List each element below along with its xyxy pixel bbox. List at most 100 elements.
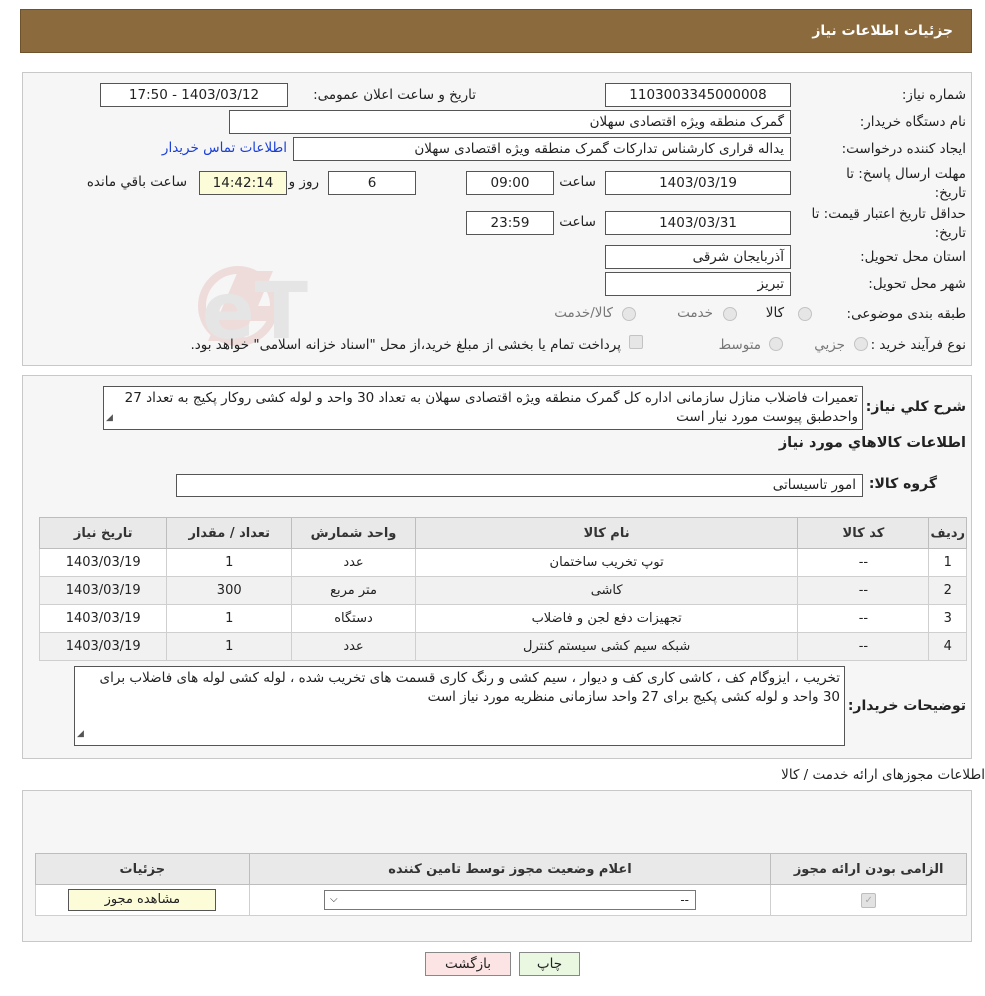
- category-radio-goods-service[interactable]: [622, 307, 636, 321]
- cell-code: --: [797, 604, 930, 633]
- cell-date: 1403/03/19: [38, 576, 168, 605]
- permit-status-cell: -- ⌵: [248, 884, 772, 916]
- col-unit: واحد شمارش: [291, 517, 416, 549]
- summary-text: تعمیرات فاضلاب منازل سازمانی اداره کل گم…: [124, 390, 858, 425]
- process-option-medium: متوسط: [718, 337, 761, 353]
- buyer-notes-text: تخریب ، ایزوگام کف ، کاشی کاری کف و دیوا…: [99, 670, 840, 705]
- col-date: تاریخ نیاز: [38, 517, 168, 549]
- category-radio-goods[interactable]: [798, 307, 812, 321]
- cell-unit: عدد: [291, 632, 416, 661]
- col-row: ردیف: [928, 517, 967, 549]
- need-number-field: 1103003345000008: [605, 83, 791, 107]
- category-radio-service[interactable]: [723, 307, 737, 321]
- time-remaining-field: 14:42:14: [199, 171, 287, 195]
- buyer-label: نام دستگاه خریدار:: [859, 114, 966, 130]
- category-option-service: خدمت: [677, 305, 713, 321]
- province-label: استان محل تحویل:: [860, 249, 966, 265]
- page-title: جزئیات اطلاعات نیاز: [812, 23, 953, 39]
- permit-required-cell: ✓: [770, 884, 967, 916]
- days-remaining-field: 6: [328, 171, 416, 195]
- process-radio-minor[interactable]: [854, 337, 868, 351]
- cell-date: 1403/03/19: [38, 632, 168, 661]
- cell-code: --: [797, 576, 930, 605]
- deadline-time-field: 09:00: [466, 171, 554, 195]
- goods-group-label: گروه کالا:: [868, 476, 937, 492]
- time-remaining-label: ساعت باقي مانده: [86, 174, 187, 190]
- table-row: 2 -- کاشی متر مربع 300 1403/03/19: [38, 576, 967, 605]
- table-row: 4 -- شبکه سیم کشی سیستم کنترل عدد 1 1403…: [38, 632, 967, 661]
- goods-group-field: امور تاسیساتی: [176, 474, 863, 497]
- cell-date: 1403/03/19: [38, 604, 168, 633]
- cell-row: 3: [928, 604, 967, 633]
- cell-row: 4: [928, 632, 967, 661]
- category-label: طبقه بندی موضوعی:: [846, 306, 966, 322]
- col-permit-status: اعلام وضعیت مجوز توسط تامین کننده: [248, 853, 772, 885]
- days-label: روز و: [288, 174, 319, 190]
- cell-unit: عدد: [291, 548, 416, 577]
- view-permit-button[interactable]: مشاهده مجوز: [68, 889, 217, 911]
- creator-field: یداله قراری کارشناس تدارکات گمرک منطقه و…: [293, 137, 791, 161]
- process-option-minor: جزیي: [814, 337, 845, 353]
- announce-field: 1403/03/12 - 17:50: [100, 83, 288, 107]
- cell-qty: 1: [166, 548, 293, 577]
- province-field: آذربایجان شرقی: [605, 245, 791, 269]
- validity-label: حداقل تاریخ اعتبار قیمت: تا: [811, 206, 966, 222]
- col-permit-required: الزامی بودن ارائه مجوز: [770, 853, 967, 885]
- col-code: کد کالا: [797, 517, 930, 549]
- summary-label: شرح کلي نیاز:: [865, 399, 966, 415]
- buyer-notes-label: توضیحات خریدار:: [847, 698, 966, 714]
- details-panel: شرح کلي نیاز: تعمیرات فاضلاب منازل سازما…: [22, 375, 972, 759]
- city-label: شهر محل تحویل:: [868, 276, 966, 292]
- chevron-down-icon: ⌵: [329, 894, 338, 905]
- table-row: 3 -- تجهیزات دفع لجن و فاضلاب دستگاه 1 1…: [38, 604, 967, 633]
- need-number-label: شماره نیاز:: [901, 87, 966, 103]
- page-header: جزئیات اطلاعات نیاز: [20, 9, 972, 53]
- print-button[interactable]: چاپ: [519, 952, 580, 976]
- cell-qty: 1: [166, 632, 293, 661]
- table-row: ✓ -- ⌵ مشاهده مجوز: [35, 884, 967, 916]
- table-row: 1 -- توپ تخریب ساختمان عدد 1 1403/03/19: [38, 548, 967, 577]
- process-radio-medium[interactable]: [769, 337, 783, 351]
- permits-heading: اطلاعات مجوزهای ارائه خدمت / کالا: [781, 767, 985, 783]
- goods-table-header: ردیف کد کالا نام کالا واحد شمارش تعداد /…: [38, 517, 967, 549]
- cell-row: 1: [928, 548, 967, 577]
- category-option-goods-service: کالا/خدمت: [554, 305, 613, 321]
- validity-label-2: تاریخ:: [934, 225, 966, 241]
- goods-table: ردیف کد کالا نام کالا واحد شمارش تعداد /…: [38, 517, 967, 661]
- resize-handle-icon[interactable]: ◢: [77, 725, 84, 744]
- cell-name: توپ تخریب ساختمان: [414, 548, 799, 577]
- cell-qty: 1: [166, 604, 293, 633]
- resize-handle-icon[interactable]: ◢: [106, 409, 113, 428]
- announce-label: تاریخ و ساعت اعلان عمومی:: [313, 87, 476, 103]
- cell-code: --: [797, 632, 930, 661]
- cell-unit: دستگاه: [291, 604, 416, 633]
- permit-required-checkbox[interactable]: ✓: [861, 893, 877, 908]
- buyer-notes-textarea[interactable]: تخریب ، ایزوگام کف ، کاشی کاری کف و دیوا…: [74, 666, 845, 746]
- buyer-field: گمرک منطقه ویژه اقتصادی سهلان: [229, 110, 791, 134]
- validity-date-field: 1403/03/31: [605, 211, 791, 235]
- permit-status-select[interactable]: -- ⌵: [323, 890, 696, 910]
- permits-table-header: الزامی بودن ارائه مجوز اعلام وضعیت مجوز …: [35, 853, 967, 885]
- goods-heading: اطلاعات کالاهاي مورد نياز: [778, 435, 966, 451]
- treasury-checkbox[interactable]: [629, 335, 643, 349]
- permit-details-cell: مشاهده مجوز: [35, 884, 250, 916]
- cell-row: 2: [928, 576, 967, 605]
- validity-time-field: 23:59: [466, 211, 554, 235]
- deadline-label-2: تاریخ:: [934, 185, 966, 201]
- cell-qty: 300: [166, 576, 293, 605]
- cell-unit: متر مربع: [291, 576, 416, 605]
- cell-code: --: [797, 548, 930, 577]
- buyer-contact-link[interactable]: اطلاعات تماس خریدار: [162, 140, 287, 156]
- watermark-mark-icon: [208, 271, 283, 341]
- summary-textarea[interactable]: تعمیرات فاضلاب منازل سازمانی اداره کل گم…: [103, 386, 863, 430]
- back-button[interactable]: بازگشت: [425, 952, 511, 976]
- permit-status-value: --: [680, 893, 689, 907]
- creator-label: ایجاد کننده درخواست:: [841, 141, 966, 157]
- col-permit-details: جزئیات: [35, 853, 250, 885]
- process-label: نوع فرآیند خرید :: [870, 337, 966, 353]
- deadline-time-label: ساعت: [559, 174, 596, 190]
- cell-name: تجهیزات دفع لجن و فاضلاب: [414, 604, 799, 633]
- category-option-goods: کالا: [765, 305, 784, 321]
- city-field: تبریز: [605, 272, 791, 296]
- cell-date: 1403/03/19: [38, 548, 168, 577]
